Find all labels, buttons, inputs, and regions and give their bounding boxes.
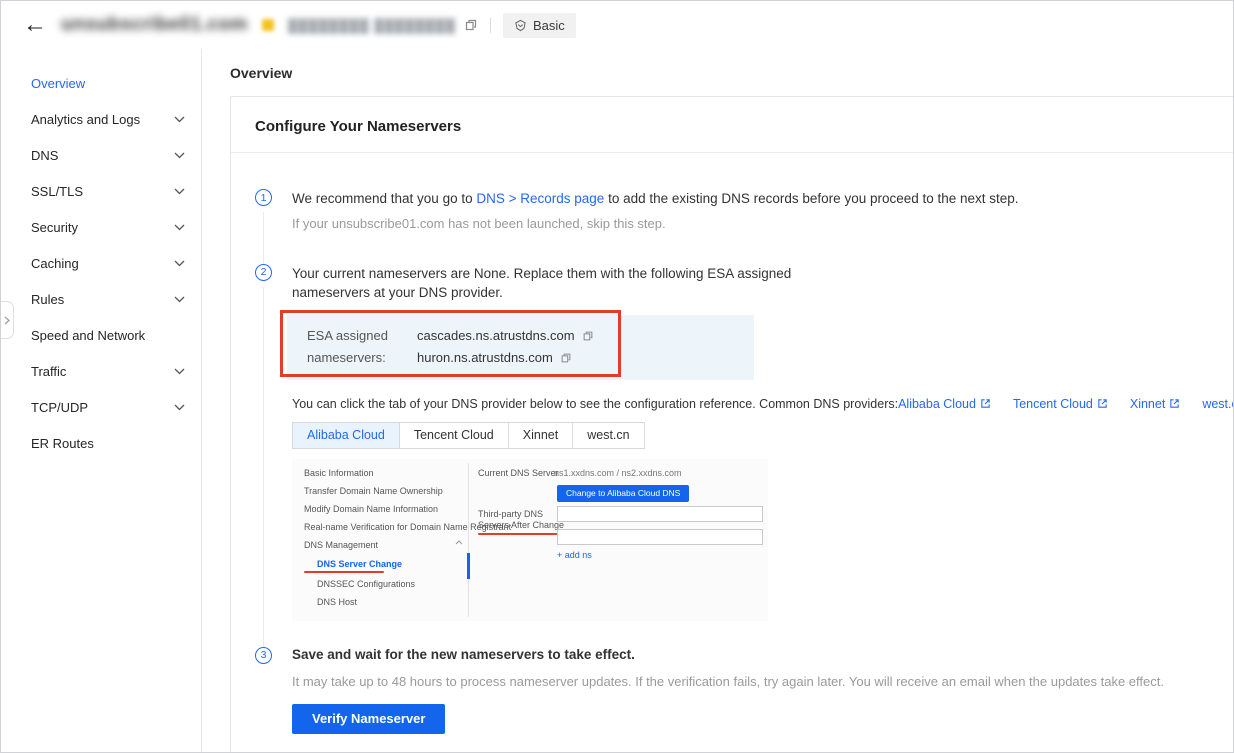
ref-ns-input-2 [557,528,763,545]
sidebar: Overview Analytics and Logs DNS SSL/TLS … [1,49,202,752]
plan-badge-label: Basic [532,17,565,33]
sidebar-item-dns[interactable]: DNS [1,137,201,173]
domain-name-blurred: unsubscribe01.com [61,14,248,35]
chevron-down-icon [174,296,185,303]
sidebar-item-analytics-and-logs[interactable]: Analytics and Logs [1,101,201,137]
sidebar-item-speed-and-network[interactable]: Speed and Network [1,317,201,353]
configure-nameservers-card: Configure Your Nameservers 1 We recommen… [230,96,1233,752]
ref-menu-dns-management: DNS Management [304,539,379,550]
ref-menu-modify-info: Modify Domain Name Information [304,503,439,514]
tab-west-cn[interactable]: west.cn [572,421,645,449]
ref-menu-dns-host: DNS Host [317,596,358,607]
masked-site-id: ████████ ████████ [287,17,456,33]
verify-nameserver-button[interactable]: Verify Nameserver [292,703,446,734]
chevron-down-icon [174,368,185,375]
page-title: Overview [230,65,293,81]
sidebar-item-er-routes[interactable]: ER Routes [1,425,201,461]
chevron-down-icon [174,188,185,195]
dns-provider-tabs: Alibaba Cloud Tencent Cloud Xinnet west.… [292,421,1210,449]
chevron-down-icon [174,260,185,267]
tab-tencent-cloud[interactable]: Tencent Cloud [398,421,509,449]
sidebar-item-traffic[interactable]: Traffic [1,353,201,389]
domain-header: ← unsubscribe01.com ████████ ████████ Ba… [1,1,1233,49]
step-2: 2 Your current nameservers are None. Rep… [255,263,1233,647]
chevron-down-icon [174,224,185,231]
copy-icon[interactable] [464,18,478,32]
ref-menu-dns-server-change: DNS Server Change [317,558,403,569]
card-title: Configure Your Nameservers [231,97,1233,153]
sidebar-collapse-handle[interactable] [1,301,14,339]
step-1-text: We recommend that you go to DNS > Record… [292,191,1019,206]
ref-menu-divider [468,462,469,617]
provider-link-xinnet[interactable]: Xinnet [1130,397,1180,411]
ref-menu-transfer-ownership: Transfer Domain Name Ownership [304,485,443,496]
sidebar-item-rules[interactable]: Rules [1,281,201,317]
nameserver-2: huron.ns.atrustdns.com [417,347,594,369]
sidebar-item-ssl-tls[interactable]: SSL/TLS [1,173,201,209]
sidebar-item-tcp-udp[interactable]: TCP/UDP [1,389,201,425]
ref-active-indicator [467,552,470,579]
step-1-number: 1 [255,189,272,206]
step-2-text: Your current nameservers are None. Repla… [292,265,792,301]
chevron-up-icon [455,539,463,545]
ref-change-to-alibaba-dns-button: Change to Alibaba Cloud DNS [557,484,690,502]
ns-label: ESA assigned nameservers: [307,327,388,365]
step-3-text: Save and wait for the new nameservers to… [292,646,635,662]
esa-console-page: ← unsubscribe01.com ████████ ████████ Ba… [0,0,1234,753]
provider-link-west-cn[interactable]: west.cn [1202,397,1233,411]
badge-gem-icon [514,19,527,32]
chevron-down-icon [174,152,185,159]
ref-add-ns-link: + add ns [557,549,592,560]
ref-third-party-label: Third-party DNS [478,508,544,519]
tab-alibaba-cloud[interactable]: Alibaba Cloud [292,421,400,449]
step-2-number: 2 [255,263,272,281]
step-3: 3 Save and wait for the new nameservers … [255,646,1210,734]
main-content: Overview Configure Your Nameservers 1 We… [202,49,1233,752]
ref-ns-input-1 [557,505,763,522]
ref-third-party-label-2: Servers After Change [478,519,565,530]
configuration-reference-screenshot: Basic Information Transfer Domain Name O… [292,458,768,621]
sidebar-item-security[interactable]: Security [1,209,201,245]
copy-icon[interactable] [582,330,594,342]
dns-records-page-link[interactable]: DNS > Records page [476,191,604,206]
ref-current-dns-label: Current DNS Server [478,467,559,478]
step-3-rail: 3 [255,646,272,734]
provider-links-row: You can click the tab of your DNS provid… [292,397,1233,411]
step-3-number: 3 [255,646,272,664]
step-1-subtext: If your unsubscribe01.com has not been l… [292,215,666,231]
sidebar-item-overview[interactable]: Overview [1,65,201,101]
header-divider [489,17,491,33]
ref-menu-basic-information: Basic Information [304,467,374,478]
provider-link-tencent-cloud[interactable]: Tencent Cloud [1013,397,1108,411]
tab-xinnet[interactable]: Xinnet [507,421,574,449]
red-underline-annotation [304,570,384,573]
ref-menu-dnssec-configurations: DNSSEC Configurations [317,578,416,589]
ref-current-dns-value: ns1.xxdns.com / ns2.xxdns.com [554,467,682,478]
step-2-rail: 2 [255,263,272,647]
layout: Overview Analytics and Logs DNS SSL/TLS … [1,49,1233,752]
step-1: 1 We recommend that you go to DNS > Reco… [255,189,1210,264]
provider-link-alibaba-cloud[interactable]: Alibaba Cloud [898,397,991,411]
chevron-down-icon [174,404,185,411]
esa-nameservers-row: ESA assigned nameservers: cascades.ns.at… [280,309,754,380]
sidebar-item-caching[interactable]: Caching [1,245,201,281]
plan-badge: Basic [502,12,576,38]
card-body: 1 We recommend that you go to DNS > Reco… [231,153,1233,752]
step-1-rail: 1 [255,189,272,264]
nameserver-1: cascades.ns.atrustdns.com [417,325,594,347]
back-icon[interactable]: ← [23,13,47,37]
step-3-subtext: It may take up to 48 hours to process na… [292,673,1164,689]
copy-icon[interactable] [560,352,572,364]
status-dot-icon [261,19,274,31]
chevron-down-icon [174,116,185,123]
